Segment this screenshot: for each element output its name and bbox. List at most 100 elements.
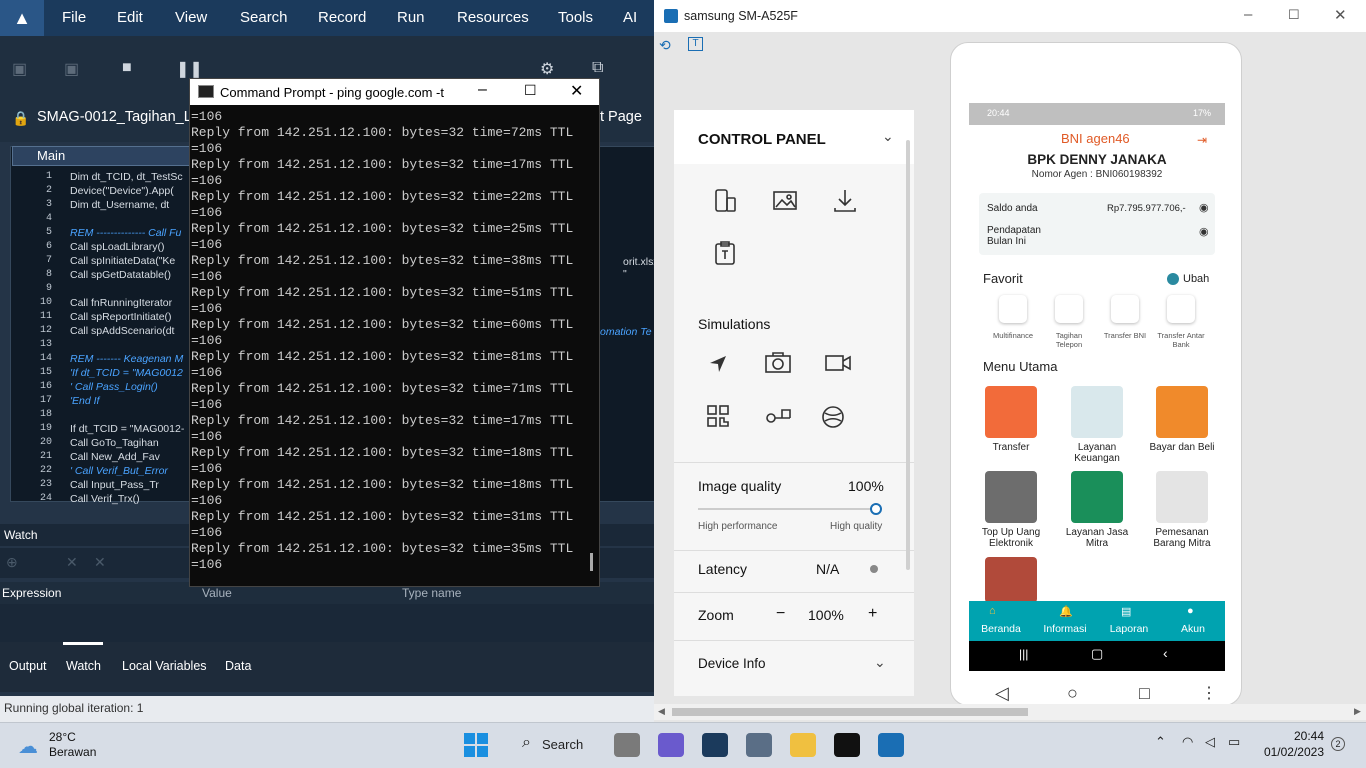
eye-icon[interactable]: ◉ <box>1199 201 1209 214</box>
minimize-icon[interactable]: – <box>478 81 487 99</box>
battery-icon[interactable]: ▭ <box>1228 734 1240 750</box>
scroll-left-icon[interactable]: ◀ <box>658 706 665 717</box>
close-icon[interactable]: ✕ <box>570 81 583 101</box>
teams-icon[interactable] <box>658 733 684 757</box>
menu-tile[interactable] <box>1071 386 1123 438</box>
clock-time[interactable]: 20:44 <box>1262 729 1324 743</box>
qr-code-icon[interactable] <box>706 404 730 428</box>
volume-icon[interactable]: ◁ <box>1205 734 1215 750</box>
nav-akun[interactable]: Akun <box>1169 623 1217 635</box>
square-icon[interactable]: □ <box>1139 683 1150 704</box>
control-panel-header[interactable]: CONTROL PANEL ⌄ <box>674 110 914 164</box>
eye-icon[interactable]: ◉ <box>1199 225 1209 238</box>
weather-desc[interactable]: Berawan <box>49 745 96 759</box>
fav-icon[interactable] <box>1111 295 1139 323</box>
col-type[interactable]: Type name <box>402 586 461 600</box>
logout-icon[interactable]: ⇥ <box>1197 133 1207 147</box>
device-info-label[interactable]: Device Info <box>698 656 766 671</box>
tab-local-variables[interactable]: Local Variables <box>122 659 207 673</box>
chevron-up-icon[interactable]: ⌃ <box>1155 734 1166 750</box>
menu-ai[interactable]: AI <box>623 9 637 26</box>
ide-app-icon[interactable] <box>702 733 728 757</box>
home-icon[interactable]: ⌂ <box>989 605 996 617</box>
save-all-icon[interactable]: ▣ <box>64 59 79 79</box>
col-expression[interactable]: Expression <box>2 586 61 600</box>
nav-informasi[interactable]: Informasi <box>1041 623 1089 635</box>
back-icon[interactable]: ‹ <box>1163 645 1168 661</box>
menu-tile[interactable] <box>985 386 1037 438</box>
chevron-down-icon[interactable]: ⌄ <box>882 128 894 145</box>
fav-icon[interactable] <box>999 295 1027 323</box>
fav-icon[interactable] <box>1055 295 1083 323</box>
biometric-lock-icon[interactable] <box>764 404 792 428</box>
account-icon[interactable]: ● <box>1187 605 1194 617</box>
menu-search[interactable]: Search <box>240 9 288 26</box>
chevron-down-icon[interactable]: ⌄ <box>874 654 886 671</box>
rotate-device-icon[interactable] <box>712 188 738 214</box>
terminal-icon[interactable] <box>834 733 860 757</box>
tab-output[interactable]: Output <box>9 659 47 673</box>
tab-watch[interactable]: Watch <box>66 659 101 673</box>
nav-beranda[interactable]: Beranda <box>977 623 1025 635</box>
command-prompt-window[interactable]: Command Prompt - ping google.com -t – ☐ … <box>189 78 600 587</box>
delete-all-icon[interactable]: ✕ <box>94 554 106 571</box>
slider-thumb[interactable] <box>870 503 882 515</box>
network-icon[interactable] <box>820 404 846 430</box>
report-icon[interactable]: ▤ <box>1121 605 1131 618</box>
menu-run[interactable]: Run <box>397 9 425 26</box>
phone-screen[interactable]: 20:44 17% BNI agen46 ⇥ BPK DENNY JANAKA … <box>969 103 1225 671</box>
text-icon[interactable]: T <box>688 37 703 51</box>
settings-icon[interactable]: ⚙ <box>540 59 554 79</box>
wifi-icon[interactable]: ◠ <box>1182 734 1193 750</box>
save-icon[interactable]: ▣ <box>12 59 27 79</box>
clipboard-icon[interactable] <box>712 240 738 266</box>
bell-icon[interactable]: 🔔 <box>1059 605 1073 618</box>
editor-tab-main[interactable]: Main <box>12 146 212 166</box>
screenshot-icon[interactable] <box>772 188 798 214</box>
task-view-icon[interactable] <box>614 733 640 757</box>
weather-temp[interactable]: 28°C <box>49 730 76 744</box>
ubah-link[interactable]: Ubah <box>1183 273 1209 285</box>
close-icon[interactable]: ✕ <box>1334 6 1347 24</box>
tab-data[interactable]: Data <box>225 659 251 673</box>
mirror-app-icon[interactable] <box>878 733 904 757</box>
image-quality-slider[interactable] <box>698 508 876 510</box>
scroll-right-icon[interactable]: ▶ <box>1354 706 1361 717</box>
menu-resources[interactable]: Resources <box>457 9 529 26</box>
weather-icon[interactable]: ☁ <box>18 734 38 759</box>
taskbar-search[interactable]: Search <box>542 737 583 752</box>
start-icon[interactable] <box>464 733 488 757</box>
maximize-icon[interactable]: ☐ <box>1288 7 1300 23</box>
minimize-icon[interactable]: – <box>1244 6 1252 23</box>
maximize-icon[interactable]: ☐ <box>524 82 537 99</box>
menu-record[interactable]: Record <box>318 9 366 26</box>
scroll-thumb[interactable] <box>672 708 1028 716</box>
recents-icon[interactable]: ||| <box>1019 647 1028 661</box>
menu-tile[interactable] <box>1156 386 1208 438</box>
more-icon[interactable]: ⋮ <box>1201 683 1217 703</box>
zoom-in-button[interactable]: + <box>868 605 877 623</box>
menu-file[interactable]: File <box>62 9 86 26</box>
clock-date[interactable]: 01/02/2023 <box>1262 745 1324 759</box>
cmd-scrollbar[interactable] <box>590 553 593 571</box>
location-icon[interactable] <box>706 352 730 376</box>
horizontal-scrollbar[interactable]: ◀ ▶ <box>654 704 1366 720</box>
home-button-icon[interactable]: ▢ <box>1091 646 1103 662</box>
file-explorer-icon[interactable] <box>790 733 816 757</box>
window-icon[interactable]: ⧉ <box>592 59 603 77</box>
nav-laporan[interactable]: Laporan <box>1105 623 1153 635</box>
control-panel-scrollbar[interactable] <box>906 140 910 570</box>
menu-tile[interactable] <box>1156 471 1208 523</box>
camera-icon[interactable] <box>764 350 792 376</box>
pause-icon[interactable]: ❚❚ <box>176 59 203 79</box>
fav-icon[interactable] <box>1167 295 1195 323</box>
stop-icon[interactable]: ■ <box>122 59 132 77</box>
menu-tile[interactable] <box>985 557 1037 603</box>
delete-icon[interactable]: ✕ <box>66 554 78 571</box>
menu-tools[interactable]: Tools <box>558 9 593 26</box>
video-icon[interactable] <box>824 350 852 376</box>
home-circle-icon[interactable]: ○ <box>1067 683 1078 704</box>
back-triangle-icon[interactable]: ◁ <box>995 683 1009 704</box>
menu-tile[interactable] <box>1071 471 1123 523</box>
notification-badge[interactable]: 2 <box>1331 737 1345 751</box>
